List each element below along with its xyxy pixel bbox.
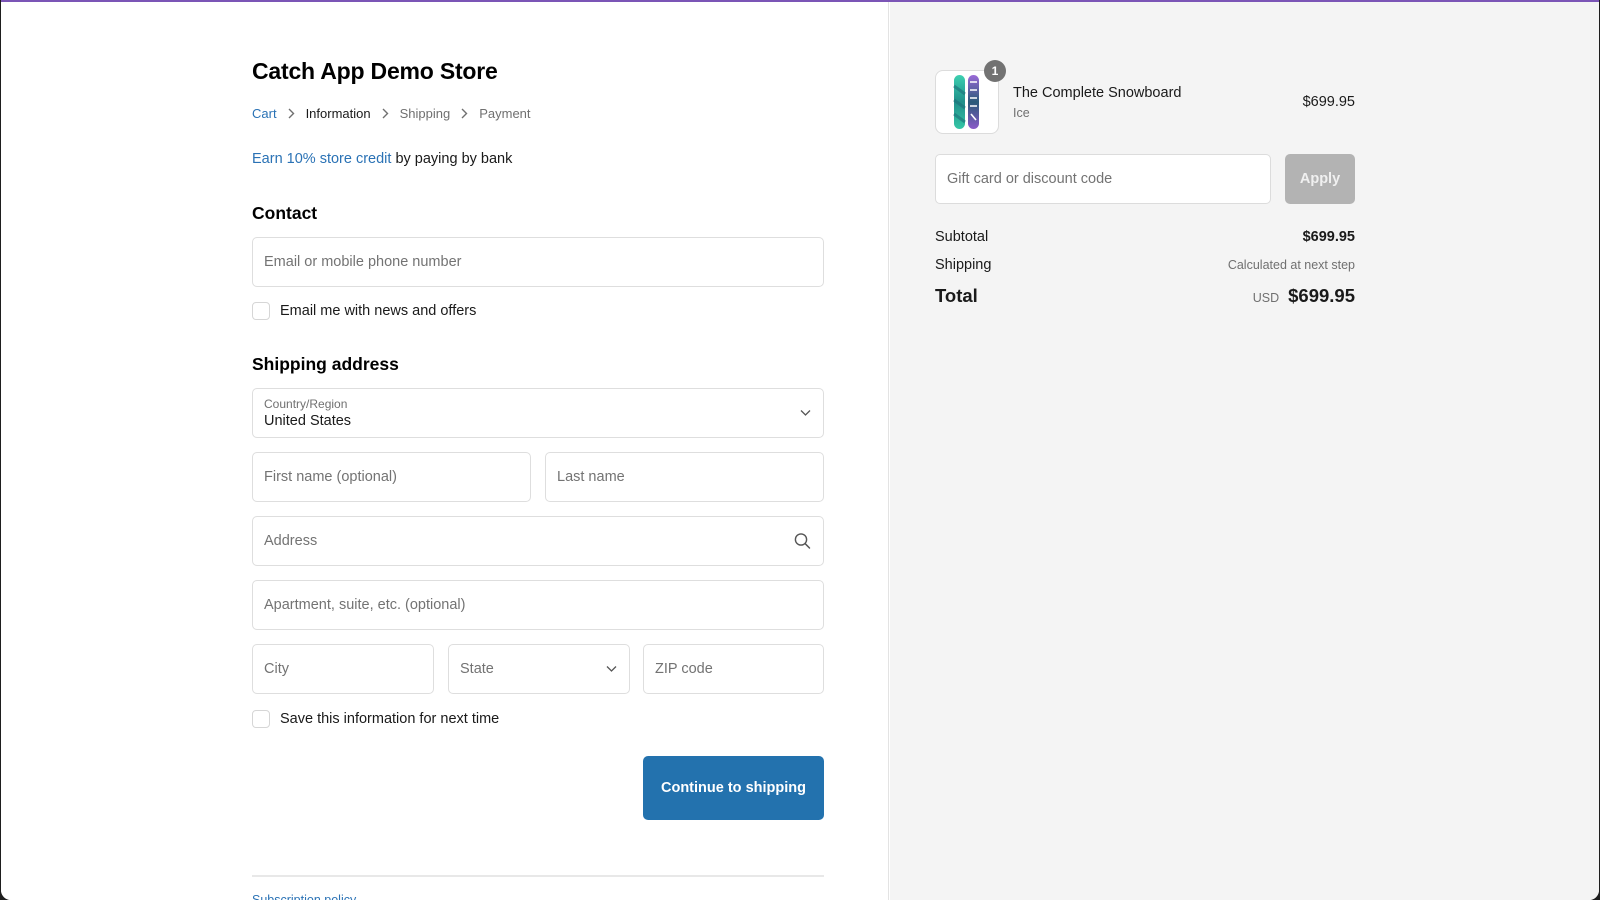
last-name-field[interactable] <box>545 452 824 502</box>
order-summary-panel: 1 The Complete Snowboard Ice $699.95 App… <box>890 2 1599 900</box>
state-placeholder: State <box>460 661 494 677</box>
total-row: Total USD $699.95 <box>935 285 1355 307</box>
promo-text: by paying by bank <box>391 151 513 167</box>
product-price: $699.95 <box>1302 94 1355 110</box>
checkout-main-panel: Catch App Demo Store Cart Information Sh… <box>1 2 889 900</box>
browser-window: Catch App Demo Store Cart Information Sh… <box>1 0 1599 900</box>
breadcrumb: Cart Information Shipping Payment <box>252 106 531 121</box>
discount-code-field[interactable] <box>935 154 1271 204</box>
subscription-policy-link[interactable]: Subscription policy <box>252 893 356 900</box>
breadcrumb-shipping: Shipping <box>399 106 451 121</box>
quantity-badge: 1 <box>984 60 1006 82</box>
zip-field[interactable] <box>643 644 824 694</box>
store-title[interactable]: Catch App Demo Store <box>252 58 498 85</box>
chevron-right-icon <box>461 108 468 119</box>
country-value: United States <box>264 413 352 429</box>
newsletter-checkbox-row[interactable]: Email me with news and offers <box>252 302 476 320</box>
zip-input[interactable] <box>655 661 812 677</box>
product-variant: Ice <box>1013 106 1030 120</box>
currency-code: USD <box>1252 291 1280 305</box>
shipping-value: Calculated at next step <box>1227 258 1355 272</box>
apartment-field[interactable] <box>252 580 824 630</box>
total-value: $699.95 <box>1288 285 1355 306</box>
breadcrumb-payment: Payment <box>479 106 531 121</box>
country-select[interactable]: Country/Region United States <box>252 388 824 438</box>
subtotal-label: Subtotal <box>935 229 989 245</box>
email-input[interactable] <box>264 254 812 270</box>
chevron-down-icon <box>800 410 811 417</box>
store-credit-link[interactable]: Earn 10% store credit <box>252 151 391 167</box>
chevron-down-icon <box>606 666 617 673</box>
newsletter-label: Email me with news and offers <box>280 303 477 319</box>
continue-to-shipping-button[interactable]: Continue to shipping <box>643 756 824 820</box>
shipping-address-heading: Shipping address <box>252 354 399 374</box>
state-select[interactable]: State <box>448 644 630 694</box>
save-info-checkbox-row[interactable]: Save this information for next time <box>252 710 499 728</box>
total-label: Total <box>935 285 978 306</box>
store-credit-promo: Earn 10% store credit by paying by bank <box>252 151 512 167</box>
shipping-row: Shipping Calculated at next step <box>935 257 1355 273</box>
email-field[interactable] <box>252 237 824 287</box>
save-info-label: Save this information for next time <box>280 711 500 727</box>
country-label: Country/Region <box>264 397 348 411</box>
save-info-checkbox[interactable] <box>252 710 270 728</box>
chevron-right-icon <box>288 108 295 119</box>
address-input[interactable] <box>264 533 812 549</box>
footer-divider <box>252 875 824 877</box>
subtotal-value: $699.95 <box>1302 229 1355 245</box>
search-icon[interactable] <box>794 533 811 550</box>
address-field[interactable] <box>252 516 824 566</box>
city-input[interactable] <box>264 661 422 677</box>
snowboard-image-icon <box>953 75 979 129</box>
discount-code-input[interactable] <box>947 171 1259 187</box>
cart-line-item: 1 The Complete Snowboard Ice $699.95 <box>935 60 1355 134</box>
total-amount: USD $699.95 <box>1253 285 1355 307</box>
last-name-input[interactable] <box>557 469 812 485</box>
breadcrumb-information: Information <box>305 106 371 121</box>
shipping-label: Shipping <box>935 257 992 273</box>
newsletter-checkbox[interactable] <box>252 302 270 320</box>
breadcrumb-cart[interactable]: Cart <box>252 106 277 121</box>
apartment-input[interactable] <box>264 597 812 613</box>
product-name: The Complete Snowboard <box>1013 85 1182 101</box>
first-name-field[interactable] <box>252 452 531 502</box>
contact-heading: Contact <box>252 203 318 223</box>
subtotal-row: Subtotal $699.95 <box>935 229 1355 245</box>
apply-discount-button[interactable]: Apply <box>1285 154 1355 204</box>
chevron-right-icon <box>382 108 389 119</box>
city-field[interactable] <box>252 644 434 694</box>
first-name-input[interactable] <box>264 469 519 485</box>
